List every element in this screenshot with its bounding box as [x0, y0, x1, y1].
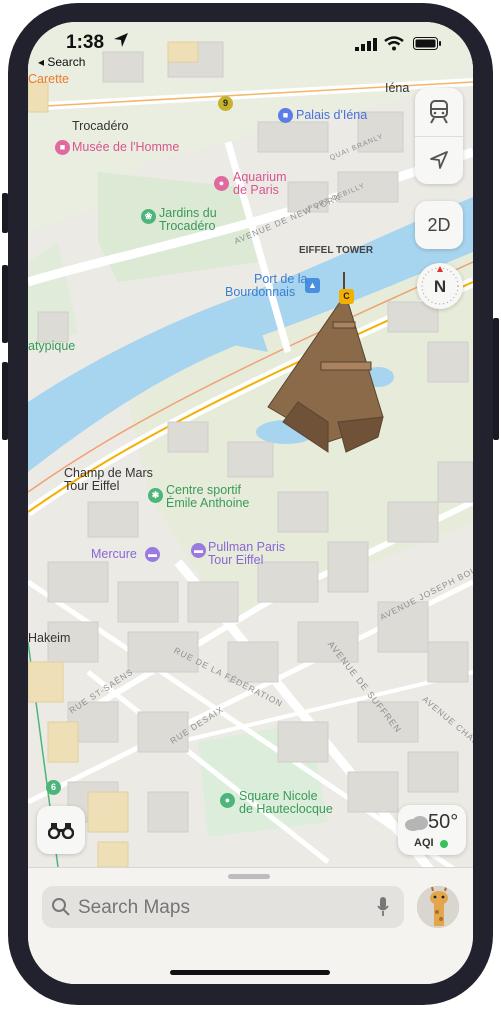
search-input[interactable] [76, 893, 370, 923]
home-indicator[interactable] [170, 970, 330, 975]
location-arrow-icon [429, 150, 449, 175]
giraffe-icon [417, 886, 459, 928]
screen: 9 C 6 ■ ■ ● ❀ ▲ ✱ ▬ ▬ ● Carette Iéna Pal… [28, 22, 473, 984]
park-icon[interactable]: ❀ [141, 209, 156, 224]
place-label[interactable]: Bourdonnais [225, 286, 295, 299]
wifi-icon [384, 36, 404, 56]
current-location-button[interactable] [415, 136, 463, 184]
compass-north-label: N [433, 277, 447, 296]
place-label[interactable]: Musée de l'Homme [72, 141, 179, 154]
place-label[interactable]: Iéna [385, 82, 409, 95]
museum-icon[interactable]: ■ [278, 108, 293, 123]
view-2d-label: 2D [427, 215, 451, 235]
train-icon [428, 100, 450, 129]
temperature: 50° [428, 811, 459, 833]
hotel-icon[interactable]: ▬ [145, 547, 160, 562]
place-label[interactable]: Mercure [91, 548, 137, 561]
rer-c-badge[interactable]: C [339, 289, 354, 304]
place-label[interactable]: Palais d'Iéna [296, 109, 367, 122]
transit-button[interactable] [415, 88, 463, 137]
sheet-grabber[interactable] [228, 874, 270, 879]
back-to-search-link[interactable]: ◂ Search [38, 55, 85, 69]
sports-icon[interactable]: ✱ [148, 488, 163, 503]
metro-line-6-badge[interactable]: 6 [46, 780, 61, 795]
cellular-signal-icon [355, 38, 377, 56]
cloud-icon [403, 815, 429, 836]
park-icon[interactable]: ● [220, 793, 235, 808]
search-sheet[interactable] [28, 867, 473, 984]
view-2d-button[interactable]: 2D [415, 201, 463, 249]
binoculars-icon [47, 821, 75, 844]
map-controls-group [415, 88, 463, 184]
status-bar: 1:38 ◂ Search [28, 22, 473, 82]
metro-line-9-badge[interactable]: 9 [218, 96, 233, 111]
place-label[interactable]: de Hauteclocque [239, 803, 333, 816]
clock: 1:38 [66, 32, 105, 53]
avatar[interactable] [417, 886, 459, 928]
aqi-label: AQI [414, 837, 434, 849]
hotel-icon[interactable]: ▬ [191, 543, 206, 558]
location-arrow-icon [113, 32, 129, 53]
place-label[interactable]: atypique [28, 340, 75, 353]
compass-button[interactable]: N [417, 263, 463, 309]
aqi-status-dot [440, 840, 448, 848]
place-label[interactable]: Hakeim [28, 632, 70, 645]
place-label[interactable]: Trocadéro [72, 120, 129, 133]
weather-widget[interactable]: 50° AQI [398, 805, 466, 855]
museum-icon[interactable]: ■ [55, 140, 70, 155]
landmark-label[interactable]: EIFFEL TOWER [299, 244, 373, 257]
power-button [493, 318, 499, 440]
battery-icon [413, 37, 442, 55]
look-around-button[interactable] [37, 806, 85, 854]
aquarium-icon[interactable]: ● [214, 176, 229, 191]
search-bar[interactable] [42, 886, 404, 928]
map-view[interactable]: 9 C 6 ■ ■ ● ❀ ▲ ✱ ▬ ▬ ● Carette Iéna Pal… [28, 22, 473, 867]
search-icon [51, 897, 71, 922]
place-label[interactable]: de Paris [233, 184, 279, 197]
place-label[interactable]: Tour Eiffel [208, 554, 263, 567]
place-label[interactable]: Émile Anthoine [166, 497, 249, 510]
place-label[interactable]: Trocadéro [159, 220, 216, 233]
place-label[interactable]: Tour Eiffel [64, 480, 119, 493]
microphone-icon[interactable] [376, 896, 390, 923]
